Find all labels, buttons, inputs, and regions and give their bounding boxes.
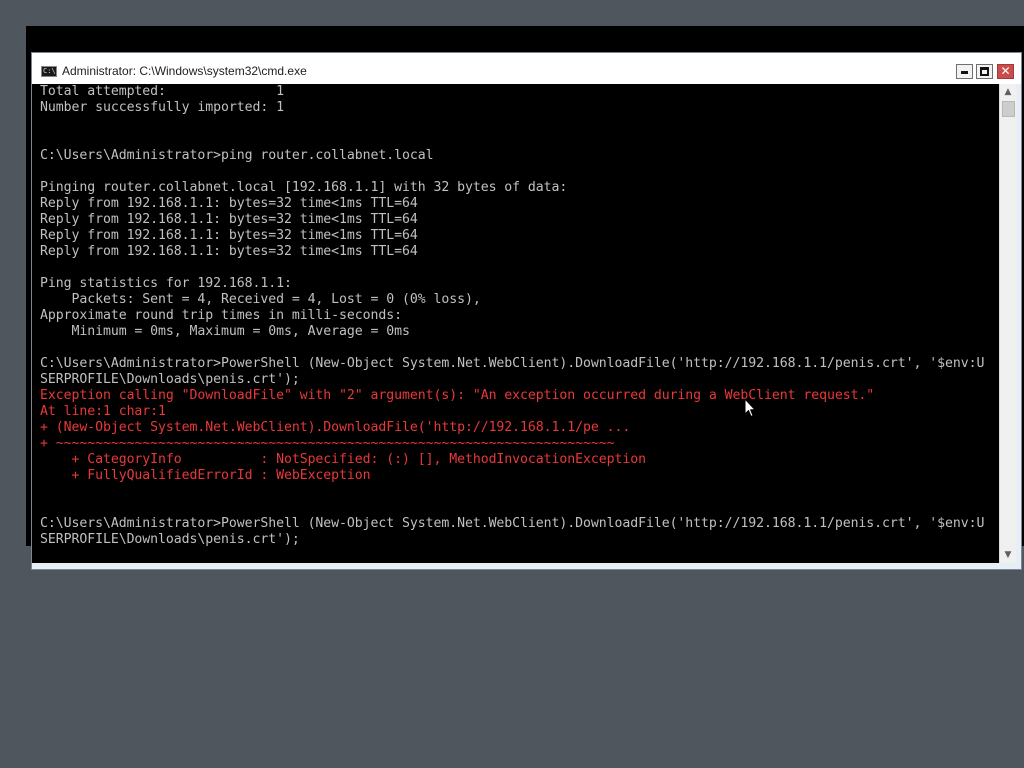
vertical-scrollbar[interactable]: ▲ ▼	[999, 84, 1016, 563]
console-line: + ~~~~~~~~~~~~~~~~~~~~~~~~~~~~~~~~~~~~~~…	[40, 436, 615, 451]
console-line: Reply from 192.168.1.1: bytes=32 time<1m…	[40, 196, 418, 211]
window-title: Administrator: C:\Windows\system32\cmd.e…	[62, 64, 307, 78]
console-line: SERPROFILE\Downloads\penis.crt');	[40, 372, 300, 387]
scroll-down-arrow-icon[interactable]: ▼	[1000, 547, 1016, 563]
desktop-background: C:\ Administrator: C:\Windows\system32\c…	[0, 0, 1024, 768]
console-line: Number successfully imported: 1	[40, 100, 284, 115]
scrollbar-thumb[interactable]	[1002, 101, 1015, 117]
maximize-button[interactable]	[976, 64, 993, 79]
console-line: Total attempted: 1	[40, 84, 284, 99]
console-line: + FullyQualifiedErrorId : WebException	[40, 468, 371, 483]
close-icon: ✕	[1000, 64, 1011, 78]
console-line: At line:1 char:1	[40, 404, 166, 419]
console-output[interactable]: Total attempted: 1 Number successfully im…	[32, 84, 999, 563]
console-line: Reply from 192.168.1.1: bytes=32 time<1m…	[40, 244, 418, 259]
console-line: + (New-Object System.Net.WebClient).Down…	[40, 420, 631, 435]
close-button[interactable]: ✕	[997, 64, 1014, 79]
console-line: C:\Users\Administrator>ping router.colla…	[40, 148, 434, 163]
console-line: Minimum = 0ms, Maximum = 0ms, Average = …	[40, 324, 410, 339]
minimize-button[interactable]	[956, 64, 973, 79]
cmd-console-icon: C:\	[41, 66, 57, 77]
console-line: Packets: Sent = 4, Received = 4, Lost = …	[40, 292, 481, 307]
console-line: C:\Users\Administrator>PowerShell (New-O…	[40, 356, 985, 371]
console-line: Approximate round trip times in milli-se…	[40, 308, 402, 323]
console-line: Reply from 192.168.1.1: bytes=32 time<1m…	[40, 228, 418, 243]
console-line: Reply from 192.168.1.1: bytes=32 time<1m…	[40, 212, 418, 227]
console-line: Pinging router.collabnet.local [192.168.…	[40, 180, 568, 195]
console-lines: Total attempted: 1 Number successfully im…	[40, 84, 984, 548]
mouse-pointer-icon	[744, 398, 756, 417]
maximize-icon	[980, 67, 989, 76]
console-line: Ping statistics for 192.168.1.1:	[40, 276, 292, 291]
console-line: SERPROFILE\Downloads\penis.crt');	[40, 532, 300, 547]
minimize-icon	[961, 71, 968, 74]
scroll-up-arrow-icon[interactable]: ▲	[1000, 84, 1016, 100]
console-line: C:\Users\Administrator>PowerShell (New-O…	[40, 516, 985, 531]
console-line: Exception calling "DownloadFile" with "2…	[40, 388, 875, 403]
console-line: + CategoryInfo : NotSpecified: (:) [], M…	[40, 452, 646, 467]
title-bar[interactable]: C:\ Administrator: C:\Windows\system32\c…	[32, 53, 1021, 84]
cmd-window[interactable]: C:\ Administrator: C:\Windows\system32\c…	[31, 52, 1022, 570]
